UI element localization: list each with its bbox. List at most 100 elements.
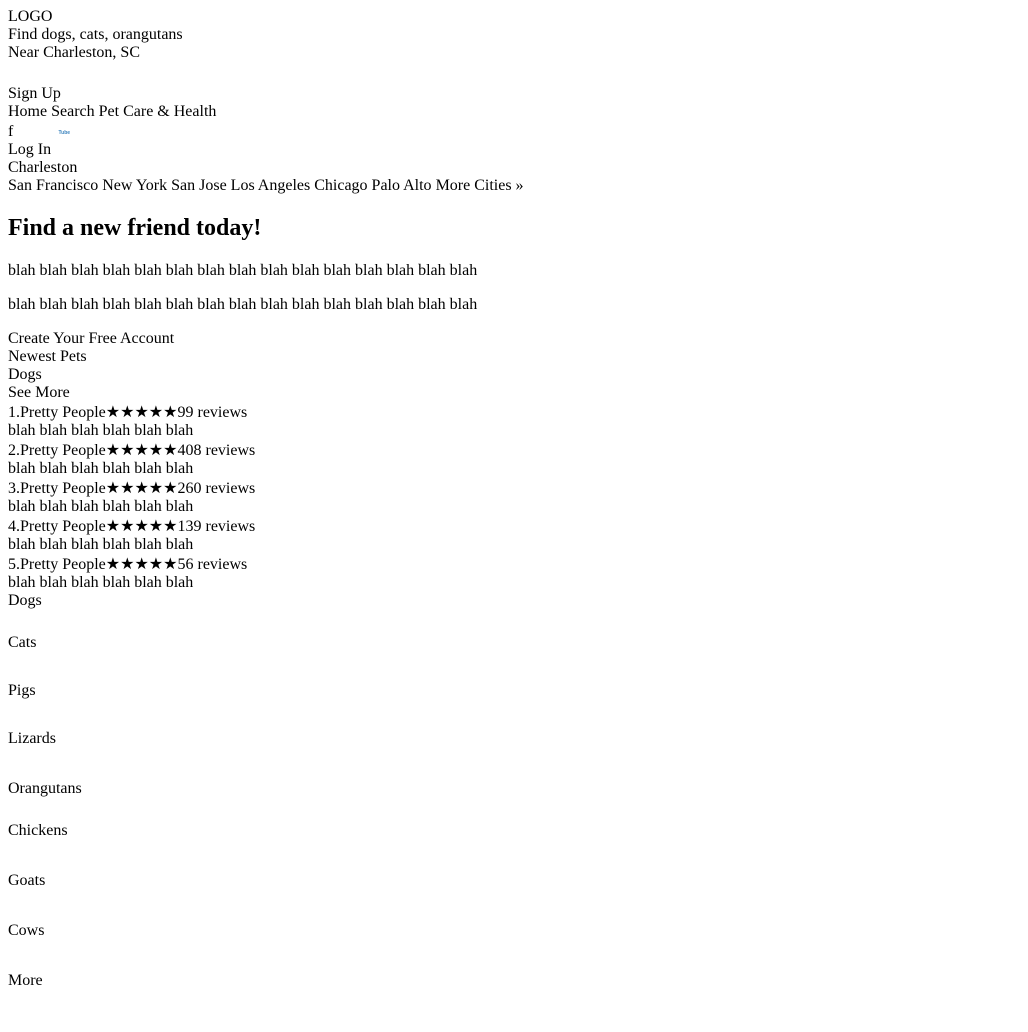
star-icon: ★ — [105, 403, 121, 421]
review-count[interactable]: 139 reviews — [177, 518, 255, 535]
nav-search[interactable]: Search — [51, 103, 95, 120]
list-item[interactable]: 1.Pretty People★★★★★99 reviews blah blah … — [8, 402, 1020, 440]
newest-pets-panel: Dogs See More 1.Pretty People★★★★★99 rev… — [8, 366, 1020, 592]
promo-title: Find a new friend today! — [8, 214, 262, 241]
star-rating: ★★★★★ — [106, 480, 178, 497]
top-bar: LOGO Find dogs, cats, orangutans Near Ch… — [8, 8, 1020, 159]
star-icon: ★ — [163, 555, 178, 573]
item-name[interactable]: Pretty People — [20, 556, 106, 573]
city-link[interactable]: Chicago — [314, 177, 367, 194]
social-links: f p You Tube — [8, 121, 1020, 141]
item-snippet: blah blah blah blah blah blah — [8, 573, 194, 591]
item-rank: 5. — [8, 555, 20, 573]
star-rating: ★★★★★ — [106, 556, 178, 573]
star-icon: ★ — [163, 441, 178, 459]
sign-up-button[interactable]: Sign Up — [8, 85, 1020, 103]
logo[interactable]: LOGO — [8, 8, 1020, 26]
star-icon: ★ — [105, 517, 121, 535]
near-input[interactable]: Charleston, SC — [43, 44, 140, 61]
find-field[interactable]: Find dogs, cats, orangutans — [8, 26, 1020, 44]
svg-text:Tube: Tube — [59, 130, 71, 136]
star-rating: ★★★★★ — [106, 442, 178, 459]
city-link[interactable]: San Francisco — [8, 177, 98, 194]
star-icon: ★ — [148, 517, 164, 535]
list-category-label: Dogs — [8, 365, 42, 383]
item-rank: 3. — [8, 479, 20, 497]
star-icon: ★ — [148, 479, 164, 497]
star-icon: ★ — [134, 517, 149, 535]
city-link[interactable]: Palo Alto — [372, 177, 432, 194]
facebook-icon[interactable]: f — [8, 123, 13, 140]
review-count[interactable]: 408 reviews — [177, 442, 255, 459]
main-nav: Home Search Pet Care & Health — [8, 103, 1020, 121]
item-rank: 4. — [8, 517, 20, 535]
instagram-icon[interactable] — [78, 121, 94, 140]
category-button-cows[interactable]: Cows — [8, 922, 160, 972]
category-button-dogs[interactable]: Dogs — [8, 592, 154, 634]
list-item[interactable]: 5.Pretty People★★★★★56 reviews blah blah … — [8, 554, 1020, 592]
category-button-lizards[interactable]: Lizards — [8, 730, 160, 780]
star-icon: ★ — [163, 403, 178, 421]
city-links: San Francisco New York San Jose Los Ange… — [8, 177, 1020, 195]
promo-card: Find a new friend today! blah blah blah … — [8, 215, 1020, 348]
star-icon: ★ — [134, 555, 149, 573]
create-account-button[interactable]: Create Your Free Account — [8, 330, 1020, 348]
promo-text: blah blah blah blah blah blah blah blah … — [8, 261, 478, 279]
star-rating: ★★★★★ — [106, 404, 178, 421]
pinterest-icon[interactable]: p — [37, 121, 56, 140]
city-link[interactable]: Los Angeles — [231, 177, 311, 194]
list-item[interactable]: 3.Pretty People★★★★★260 reviews blah blah… — [8, 478, 1020, 516]
star-icon: ★ — [163, 517, 178, 535]
star-icon: ★ — [120, 403, 135, 421]
search-button[interactable] — [8, 62, 1020, 85]
star-icon: ★ — [148, 441, 164, 459]
star-icon: ★ — [105, 441, 121, 459]
item-rank: 2. — [8, 441, 20, 459]
review-count[interactable]: 56 reviews — [177, 556, 247, 573]
near-field[interactable]: Near Charleston, SC — [8, 44, 1020, 62]
star-icon: ★ — [134, 479, 149, 497]
city-link[interactable]: New York — [102, 177, 167, 194]
star-icon: ★ — [120, 441, 135, 459]
review-count[interactable]: 260 reviews — [177, 480, 255, 497]
promo-text: blah blah blah blah blah blah blah blah … — [8, 295, 478, 313]
item-name[interactable]: Pretty People — [20, 404, 106, 421]
star-icon: ★ — [105, 479, 121, 497]
item-name[interactable]: Pretty People — [20, 480, 106, 497]
more-cities-link[interactable]: More Cities » — [436, 177, 524, 194]
category-button-more[interactable]: More — [8, 972, 160, 1024]
star-icon: ★ — [105, 555, 121, 573]
youtube-icon[interactable]: You Tube — [56, 123, 78, 140]
item-snippet: blah blah blah blah blah blah — [8, 459, 194, 477]
star-icon: ★ — [134, 403, 149, 421]
nav-pet-care[interactable]: Pet Care & Health — [99, 103, 217, 120]
list-item[interactable]: 2.Pretty People★★★★★408 reviews blah blah… — [8, 440, 1020, 478]
star-icon: ★ — [148, 555, 164, 573]
category-button-chickens[interactable]: Chickens — [8, 822, 164, 872]
item-name[interactable]: Pretty People — [20, 518, 106, 535]
item-snippet: blah blah blah blah blah blah — [8, 421, 194, 439]
item-snippet: blah blah blah blah blah blah — [8, 497, 194, 515]
city-link[interactable]: San Jose — [171, 177, 227, 194]
nav-home[interactable]: Home — [8, 103, 47, 120]
category-button-goats[interactable]: Goats — [8, 872, 166, 922]
category-button-cats[interactable]: Cats — [8, 634, 158, 682]
twitter-icon[interactable] — [17, 122, 37, 140]
star-icon: ★ — [134, 441, 149, 459]
list-item[interactable]: 4.Pretty People★★★★★139 reviews blah blah… — [8, 516, 1020, 554]
newest-pets-heading: Newest Pets — [8, 347, 87, 365]
star-icon: ★ — [163, 479, 178, 497]
star-rating: ★★★★★ — [106, 518, 178, 535]
item-rank: 1. — [8, 403, 20, 421]
see-more-link[interactable]: See More — [8, 384, 1020, 402]
category-button-pigs[interactable]: Pigs — [8, 682, 158, 730]
review-count[interactable]: 99 reviews — [177, 404, 247, 421]
item-name[interactable]: Pretty People — [20, 442, 106, 459]
log-in-link[interactable]: Log In — [8, 141, 1020, 159]
svg-text:p: p — [42, 124, 48, 134]
search-icon — [9, 63, 26, 80]
item-snippet: blah blah blah blah blah blah — [8, 535, 194, 553]
find-input[interactable]: dogs, cats, orangutans — [41, 26, 182, 43]
star-icon: ★ — [120, 517, 135, 535]
category-button-orangutans[interactable]: Orangutans — [8, 780, 166, 822]
